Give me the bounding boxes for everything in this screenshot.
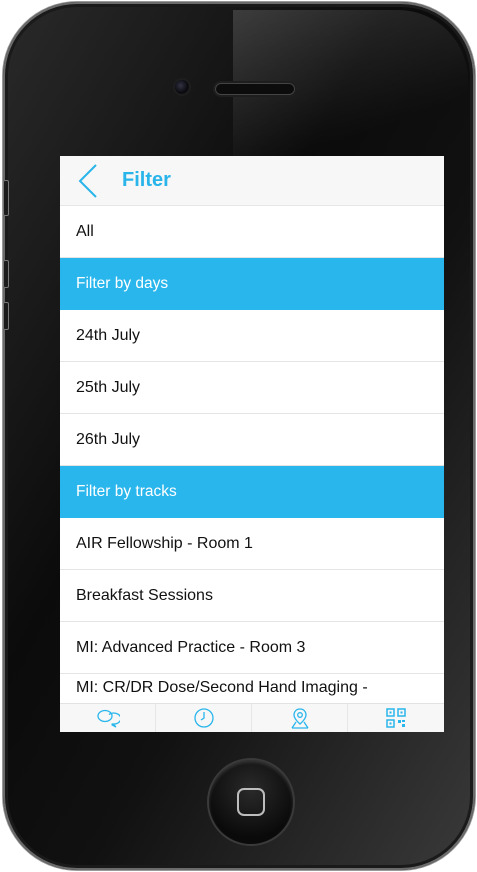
nav-header: Filter <box>60 156 444 206</box>
volume-up-button <box>3 260 9 288</box>
tab-schedule[interactable] <box>156 704 252 732</box>
qr-code-icon <box>386 708 406 728</box>
tracks-section-header: Filter by tracks <box>60 466 444 518</box>
day-item[interactable]: 26th July <box>60 414 444 466</box>
track-item[interactable]: Breakfast Sessions <box>60 570 444 622</box>
track-item[interactable]: MI: CR/DR Dose/Second Hand Imaging - <box>60 674 444 700</box>
tab-qr[interactable] <box>348 704 444 732</box>
day-item[interactable]: 24th July <box>60 310 444 362</box>
track-item[interactable]: MI: Advanced Practice - Room 3 <box>60 622 444 674</box>
track-item[interactable]: AIR Fellowship - Room 1 <box>60 518 444 570</box>
home-button[interactable] <box>209 760 293 844</box>
earpiece-speaker <box>215 83 295 95</box>
volume-down-button <box>3 302 9 330</box>
chat-bubbles-icon <box>97 709 120 728</box>
day-item[interactable]: 25th July <box>60 362 444 414</box>
days-section-header: Filter by days <box>60 258 444 310</box>
home-square-icon <box>237 788 265 816</box>
app-screen: Filter All Filter by days 24th July 25th… <box>60 156 444 732</box>
filter-all-item[interactable]: All <box>60 206 444 258</box>
mute-switch <box>3 180 9 216</box>
page-title: Filter <box>122 169 171 191</box>
clock-icon <box>194 708 214 728</box>
front-camera <box>175 80 189 94</box>
tab-chat[interactable] <box>60 704 156 732</box>
chevron-left-icon[interactable] <box>74 163 102 199</box>
tab-map[interactable] <box>252 704 348 732</box>
filter-list: All Filter by days 24th July 25th July 2… <box>60 206 444 700</box>
map-pin-icon <box>291 708 309 729</box>
tab-bar <box>60 703 444 732</box>
